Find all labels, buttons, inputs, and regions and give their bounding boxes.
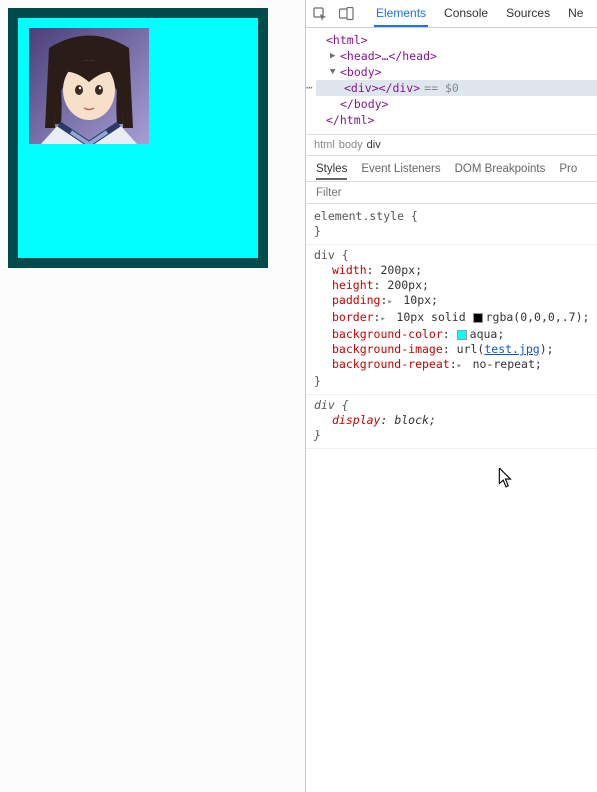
rule-div[interactable]: div { width: 200px; height: 200px; paddi… [306, 245, 597, 395]
val-border-1[interactable]: 10px solid [396, 310, 472, 324]
selector-div: div { [314, 248, 349, 262]
swatch-aqua-icon[interactable] [457, 330, 467, 340]
breadcrumb-body[interactable]: body [339, 139, 363, 151]
close-brace: } [314, 428, 321, 442]
prop-border[interactable]: border [332, 310, 374, 324]
styles-pane[interactable]: element.style { } div { width: 200px; he… [306, 204, 597, 451]
tree-head[interactable]: <head>…</head> [340, 48, 437, 64]
tree-html-open[interactable]: <html> [326, 32, 368, 48]
subtab-styles[interactable]: Styles [316, 158, 347, 180]
subtab-event-listeners[interactable]: Event Listeners [361, 158, 440, 180]
tree-body-close[interactable]: </body> [340, 96, 388, 112]
val-bgcolor[interactable]: aqua [470, 327, 498, 341]
prop-height[interactable]: height [332, 278, 374, 292]
val-width[interactable]: 200px [380, 263, 415, 277]
elements-tree[interactable]: <html> ▶<head>…</head> ▼<body> <div></di… [306, 28, 597, 135]
tab-sources[interactable]: Sources [504, 0, 552, 27]
val-display: block [394, 413, 429, 427]
demo-div[interactable] [8, 8, 268, 268]
styles-subtabs: Styles Event Listeners DOM Breakpoints P… [306, 156, 597, 182]
val-bgimage-1: url( [457, 342, 485, 356]
tree-selected-div[interactable]: <div></div> == $0 [316, 80, 597, 96]
selector-element-style: element.style { [314, 209, 418, 223]
inspect-icon[interactable] [312, 6, 328, 22]
selector-div-ua: div { [314, 398, 349, 412]
subtab-properties[interactable]: Pro [559, 158, 577, 180]
background-image-test-jpg [28, 28, 150, 144]
tree-div-tag: <div></div> [344, 80, 420, 96]
styles-filter-input[interactable] [314, 186, 589, 200]
breadcrumb: html body div [306, 135, 597, 156]
prop-bgrepeat[interactable]: background-repeat [332, 357, 450, 371]
val-border-2[interactable]: rgba(0,0,0,.7) [486, 310, 583, 324]
devtools-tabs: Elements Console Sources Ne [374, 0, 585, 27]
styles-filter [306, 182, 597, 204]
swatch-black-icon[interactable] [473, 313, 483, 323]
breadcrumb-div[interactable]: div [367, 139, 381, 151]
val-bgrepeat[interactable]: no-repeat [473, 357, 535, 371]
link-test-jpg[interactable]: test.jpg [484, 342, 539, 356]
prop-padding[interactable]: padding [332, 293, 380, 307]
close-brace: } [314, 224, 321, 238]
tab-more[interactable]: Ne [566, 0, 585, 27]
val-height[interactable]: 200px [387, 278, 422, 292]
subtab-dom-breakpoints[interactable]: DOM Breakpoints [455, 158, 546, 180]
prop-width[interactable]: width [332, 263, 367, 277]
breadcrumb-html[interactable]: html [314, 139, 335, 151]
device-toggle-icon[interactable] [338, 6, 354, 22]
devtools-panel: Elements Console Sources Ne <html> ▶<hea… [305, 0, 597, 792]
close-brace: } [314, 374, 321, 388]
val-padding[interactable]: 10px [403, 293, 431, 307]
devtools-toolbar: Elements Console Sources Ne [306, 0, 597, 28]
prop-display: display [332, 413, 380, 427]
rendered-page [0, 0, 305, 792]
tree-eq0: == $0 [424, 80, 459, 96]
tree-body-open[interactable]: <body> [340, 64, 382, 80]
tree-html-close[interactable]: </html> [326, 112, 374, 128]
rule-element-style[interactable]: element.style { } [306, 206, 597, 245]
rule-div-ua[interactable]: div { display: block; } [306, 395, 597, 449]
tab-elements[interactable]: Elements [374, 0, 428, 27]
prop-bgimage[interactable]: background-image [332, 342, 443, 356]
tab-console[interactable]: Console [442, 0, 490, 27]
val-bgimage-2: ) [540, 342, 547, 356]
prop-bgcolor[interactable]: background-color [332, 327, 443, 341]
